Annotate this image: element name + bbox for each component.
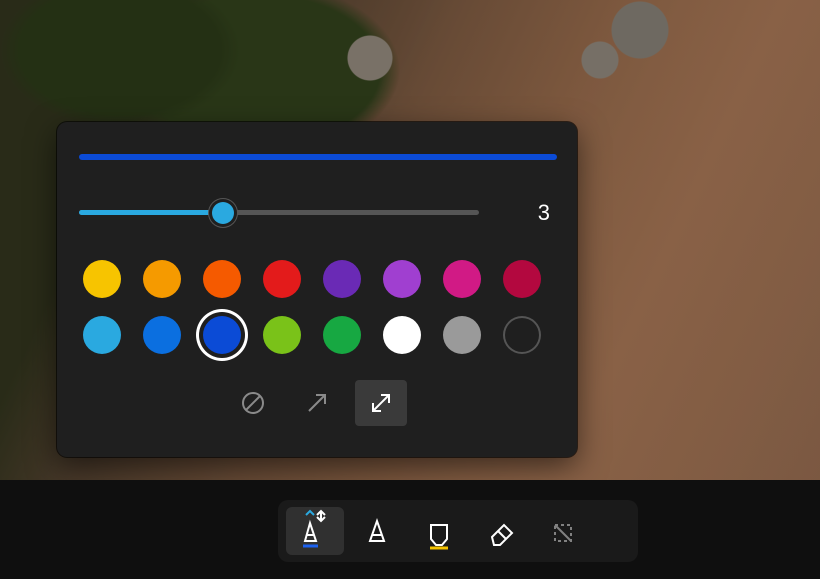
- stroke-preview-line: [79, 154, 557, 160]
- arrow-tip-row: [79, 380, 555, 426]
- color-swatch[interactable]: [83, 316, 121, 354]
- markup-toolbar: [0, 480, 820, 579]
- tip-single-arrow-button[interactable]: [291, 380, 343, 426]
- marker-blue-icon: [298, 511, 332, 551]
- tool-marker-plain[interactable]: [348, 507, 406, 555]
- no-tip-icon: [240, 390, 266, 416]
- color-swatch[interactable]: [383, 260, 421, 298]
- color-swatch-none[interactable]: [503, 316, 541, 354]
- color-swatch[interactable]: [443, 316, 481, 354]
- markup-tool-group: [278, 500, 638, 562]
- tip-double-arrow-button[interactable]: [355, 380, 407, 426]
- crop-icon: [546, 511, 580, 551]
- color-swatch[interactable]: [203, 316, 241, 354]
- color-swatch[interactable]: [143, 260, 181, 298]
- color-palette: [79, 260, 555, 354]
- color-swatch[interactable]: [323, 316, 361, 354]
- color-swatch[interactable]: [323, 260, 361, 298]
- marker-yellow-icon: [422, 511, 456, 551]
- tool-marker-yellow[interactable]: [410, 507, 468, 555]
- tool-eraser[interactable]: [472, 507, 530, 555]
- tip-none-button[interactable]: [227, 380, 279, 426]
- stroke-width-slider[interactable]: [79, 202, 479, 224]
- color-swatch[interactable]: [143, 316, 181, 354]
- color-swatch[interactable]: [263, 316, 301, 354]
- color-swatch[interactable]: [503, 260, 541, 298]
- tool-marker-blue[interactable]: [286, 507, 344, 555]
- eraser-icon: [484, 511, 518, 551]
- stroke-settings-popover: 3: [57, 122, 577, 457]
- color-swatch[interactable]: [383, 316, 421, 354]
- double-arrow-icon: [368, 390, 394, 416]
- marker-plain-icon: [360, 511, 394, 551]
- stroke-width-row: 3: [79, 200, 555, 226]
- color-swatch[interactable]: [263, 260, 301, 298]
- slider-thumb[interactable]: [212, 202, 234, 224]
- slider-fill: [79, 210, 223, 215]
- single-arrow-icon: [304, 390, 330, 416]
- stroke-width-value: 3: [497, 200, 555, 226]
- color-swatch[interactable]: [443, 260, 481, 298]
- color-swatch[interactable]: [203, 260, 241, 298]
- tool-crop[interactable]: [534, 507, 592, 555]
- color-swatch[interactable]: [83, 260, 121, 298]
